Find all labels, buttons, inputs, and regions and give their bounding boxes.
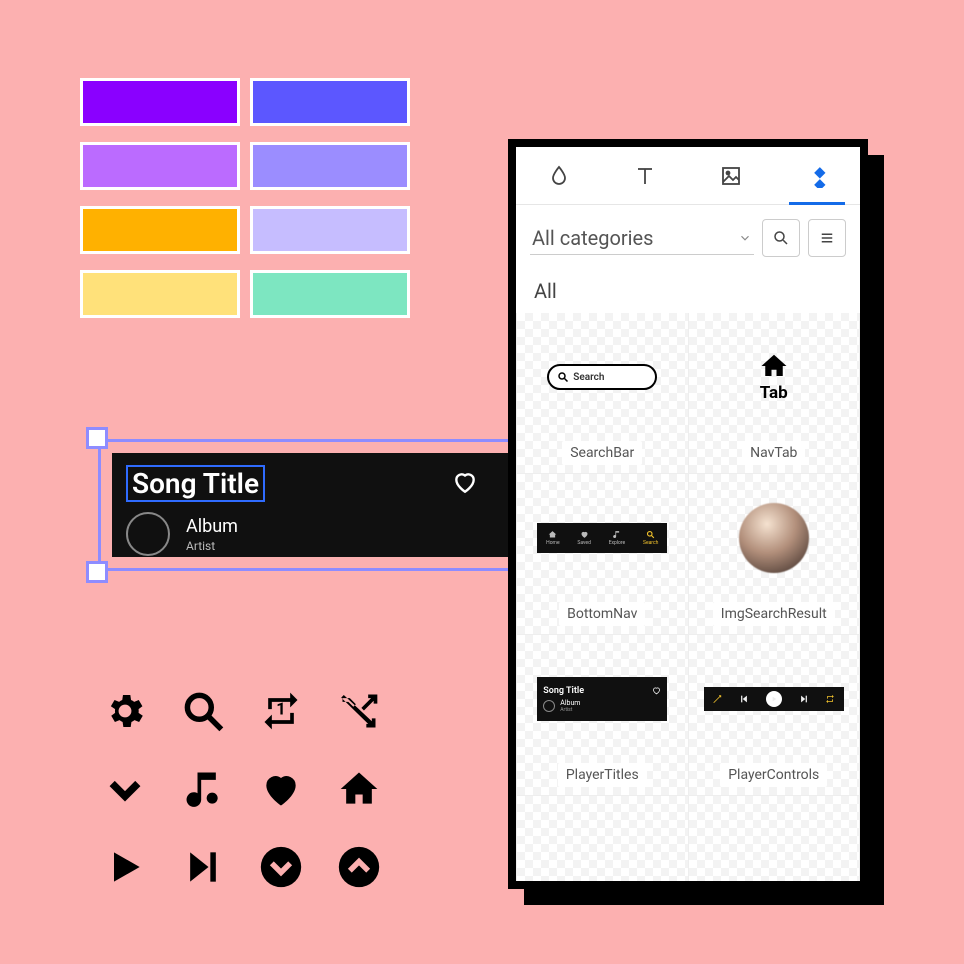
list-view-button[interactable] (808, 219, 846, 257)
color-palette (80, 78, 410, 318)
resize-handle-top-left[interactable] (86, 427, 108, 449)
circle-chevron-up-icon[interactable] (320, 828, 398, 906)
swatch[interactable] (80, 142, 240, 190)
song-title-text[interactable]: Song Title (126, 465, 265, 502)
navtab-preview: Tab (759, 351, 789, 403)
gear-icon[interactable] (86, 672, 164, 750)
icon-palette: 1 (86, 672, 398, 906)
svg-text:1: 1 (276, 701, 285, 720)
play-icon[interactable] (86, 828, 164, 906)
shuffle-icon[interactable] (320, 672, 398, 750)
home-icon[interactable] (320, 750, 398, 828)
searchbar-placeholder: Search (573, 372, 604, 383)
asset-label: BottomNav (559, 602, 645, 626)
swatch[interactable] (80, 206, 240, 254)
search-icon[interactable] (164, 672, 242, 750)
tab-fill-icon[interactable] (547, 164, 571, 188)
swatch[interactable] (250, 142, 410, 190)
circle-chevron-down-icon[interactable] (242, 828, 320, 906)
tab-text-icon[interactable] (633, 164, 657, 188)
asset-imgsearchresult[interactable]: ImgSearchResult (689, 474, 860, 634)
repeat-one-icon[interactable]: 1 (242, 672, 320, 750)
asset-playertitles[interactable]: Song Title Album Artist PlayerTitles (517, 635, 688, 795)
resize-handle-bottom-left[interactable] (86, 561, 108, 583)
tab-components-icon[interactable] (805, 164, 829, 188)
skip-next-icon[interactable] (164, 828, 242, 906)
searchbar-preview: Search (547, 364, 657, 390)
asset-playercontrols[interactable]: PlayerControls (689, 635, 860, 795)
asset-label: SearchBar (562, 441, 642, 465)
asset-grid: Search SearchBar Tab NavTab Home Saved E… (516, 313, 860, 881)
chevron-down-icon (738, 226, 752, 250)
asset-label: PlayerTitles (558, 763, 647, 787)
asset-empty (517, 796, 688, 881)
panel-tabs (516, 147, 860, 205)
playertitles-preview: Song Title Album Artist (537, 677, 667, 721)
asset-navtab[interactable]: Tab NavTab (689, 313, 860, 473)
bottomnav-preview: Home Saved Explore Search (537, 523, 667, 553)
asset-label: NavTab (742, 441, 805, 465)
category-label: All categories (532, 226, 653, 250)
asset-label: PlayerControls (720, 763, 827, 787)
asset-empty (689, 796, 860, 881)
player-titles-card[interactable]: Song Title Album Artist (112, 453, 518, 557)
asset-browser-panel: All categories All Search SearchBar Tab (508, 139, 868, 889)
search-button[interactable] (762, 219, 800, 257)
swatch[interactable] (80, 78, 240, 126)
section-label: All (516, 263, 860, 313)
heart-icon[interactable] (242, 750, 320, 828)
chevron-down-icon[interactable] (86, 750, 164, 828)
playercontrols-preview (704, 687, 844, 711)
asset-searchbar[interactable]: Search SearchBar (517, 313, 688, 473)
swatch[interactable] (250, 78, 410, 126)
category-select[interactable]: All categories (530, 222, 754, 255)
navtab-label: Tab (760, 383, 788, 403)
swatch[interactable] (250, 270, 410, 318)
tab-image-icon[interactable] (719, 164, 743, 188)
asset-bottomnav[interactable]: Home Saved Explore Search BottomNav (517, 474, 688, 634)
swatch[interactable] (250, 206, 410, 254)
asset-label: ImgSearchResult (713, 602, 835, 626)
album-name: Album (186, 516, 238, 537)
swatch[interactable] (80, 270, 240, 318)
music-note-icon[interactable] (164, 750, 242, 828)
album-art-placeholder (126, 512, 170, 556)
heart-icon[interactable] (452, 469, 478, 499)
artist-name: Artist (186, 539, 238, 553)
selected-component[interactable]: Song Title Album Artist (84, 425, 546, 585)
avatar-preview (739, 503, 809, 573)
